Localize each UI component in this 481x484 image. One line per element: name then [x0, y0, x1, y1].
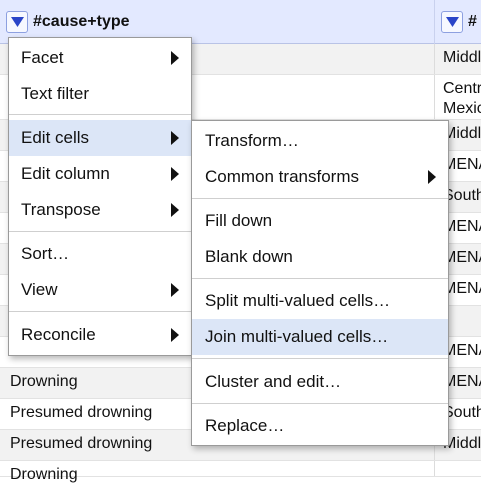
- table-row: Drowning: [0, 461, 481, 483]
- menu-item-transform[interactable]: Transform…: [192, 123, 448, 159]
- menu-separator: [192, 403, 448, 404]
- menu-item-label: Cluster and edit…: [205, 372, 342, 391]
- column-header-label: #cause+type: [33, 13, 130, 30]
- column-header-second[interactable]: #: [434, 0, 481, 44]
- menu-item-join-multi-valued-cells[interactable]: Join multi-valued cells…: [192, 319, 448, 355]
- menu-item-label: Blank down: [205, 247, 293, 266]
- menu-item-label: Text filter: [21, 84, 90, 103]
- menu-item-replace[interactable]: Replace…: [192, 408, 448, 444]
- chevron-right-icon: [171, 167, 179, 181]
- menu-item-label: Sort…: [21, 244, 70, 263]
- menu-item-label: Transform…: [205, 131, 299, 150]
- column-menu: Facet Text filter Edit cells Edit column…: [8, 37, 192, 356]
- chevron-right-icon: [171, 51, 179, 65]
- menu-item-label: View: [21, 280, 58, 299]
- edit-cells-submenu: Transform… Common transforms Fill down B…: [191, 120, 449, 446]
- menu-item-label: Replace…: [205, 416, 285, 435]
- menu-separator: [192, 278, 448, 279]
- table-cell[interactable]: Drowning: [10, 466, 78, 484]
- menu-item-label: Common transforms: [205, 167, 359, 186]
- table-cell[interactable]: Presumed drowning: [10, 404, 152, 422]
- menu-separator: [9, 231, 191, 232]
- menu-item-edit-column[interactable]: Edit column: [9, 156, 191, 192]
- column-dropdown-button[interactable]: [6, 11, 28, 33]
- menu-item-common-transforms[interactable]: Common transforms: [192, 159, 448, 195]
- menu-item-split-multi-valued-cells[interactable]: Split multi-valued cells…: [192, 283, 448, 319]
- menu-separator: [9, 311, 191, 312]
- chevron-right-icon: [171, 283, 179, 297]
- menu-separator: [9, 114, 191, 115]
- menu-item-reconcile[interactable]: Reconcile: [9, 317, 191, 353]
- menu-item-fill-down[interactable]: Fill down: [192, 203, 448, 239]
- chevron-right-icon: [428, 170, 436, 184]
- menu-item-transpose[interactable]: Transpose: [9, 192, 191, 228]
- menu-item-cluster-and-edit[interactable]: Cluster and edit…: [192, 364, 448, 400]
- menu-item-label: Edit column: [21, 164, 110, 183]
- table-cell[interactable]: [434, 461, 481, 476]
- table-cell[interactable]: Centr Mexic: [434, 75, 481, 119]
- menu-item-view[interactable]: View: [9, 272, 191, 308]
- menu-item-label: Edit cells: [21, 128, 90, 147]
- menu-item-label: Split multi-valued cells…: [205, 291, 391, 310]
- triangle-down-icon: [10, 17, 24, 27]
- menu-item-edit-cells[interactable]: Edit cells: [9, 120, 191, 156]
- chevron-right-icon: [171, 328, 179, 342]
- menu-item-label: Facet: [21, 48, 64, 67]
- menu-item-label: Transpose: [21, 200, 101, 219]
- menu-item-text-filter[interactable]: Text filter: [9, 76, 191, 112]
- chevron-right-icon: [171, 203, 179, 217]
- table-cell[interactable]: Presumed drowning: [10, 435, 152, 453]
- table-cell[interactable]: Middl: [434, 44, 481, 74]
- menu-item-label: Fill down: [205, 211, 273, 230]
- table-cell[interactable]: Drowning: [10, 373, 78, 391]
- menu-item-blank-down[interactable]: Blank down: [192, 239, 448, 275]
- triangle-down-icon: [445, 17, 459, 27]
- column-header-label: #: [468, 13, 477, 30]
- menu-separator: [192, 198, 448, 199]
- chevron-right-icon: [171, 131, 179, 145]
- menu-item-sort[interactable]: Sort…: [9, 236, 191, 272]
- column-dropdown-button[interactable]: [441, 11, 463, 33]
- menu-separator: [192, 358, 448, 359]
- menu-item-facet[interactable]: Facet: [9, 40, 191, 76]
- menu-item-label: Join multi-valued cells…: [205, 327, 389, 346]
- menu-item-label: Reconcile: [21, 325, 96, 344]
